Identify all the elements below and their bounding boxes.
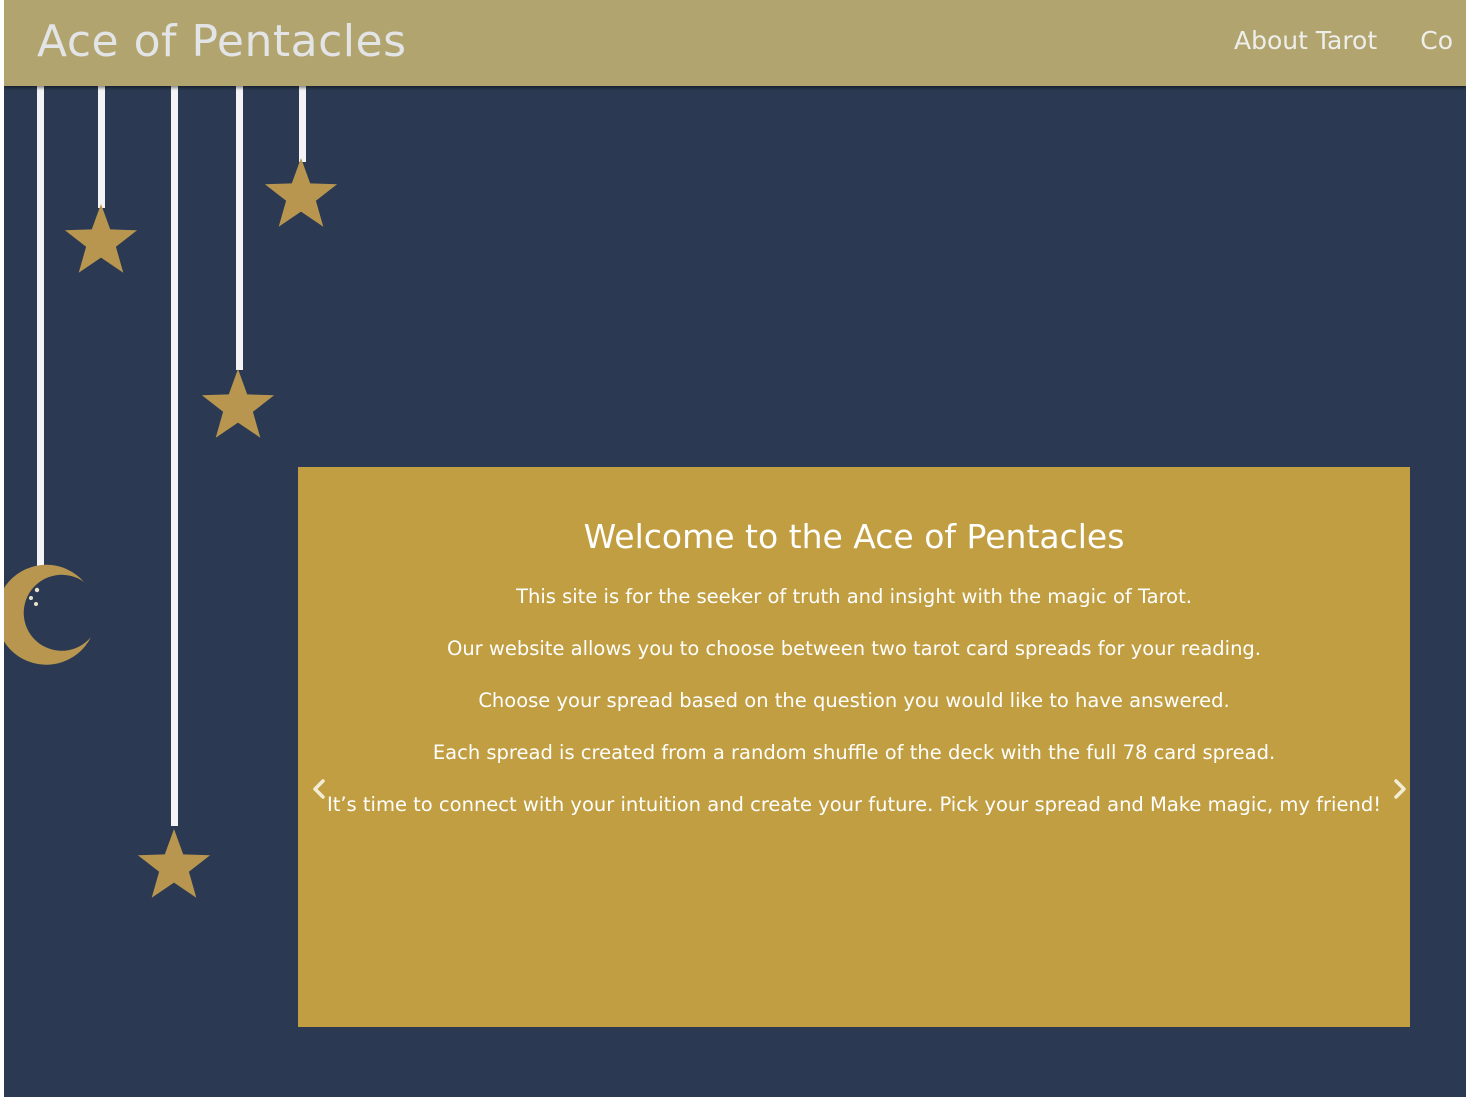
brand-logo-link[interactable]: Ace of Pentacles — [37, 14, 407, 70]
string-star-2 — [171, 86, 178, 826]
intro-paragraph: This site is for the seeker of truth and… — [516, 585, 1192, 608]
star-icon — [137, 829, 211, 898]
star-icon — [64, 204, 138, 273]
nav-links: About Tarot Co — [1234, 24, 1466, 58]
nav-link-contact[interactable]: Co — [1420, 24, 1453, 58]
string-moon — [37, 86, 44, 568]
string-star-1 — [98, 86, 105, 208]
carousel-next-button[interactable] — [1385, 772, 1415, 806]
string-star-3 — [236, 86, 243, 370]
string-star-4 — [299, 86, 306, 162]
chevron-right-icon — [1394, 779, 1406, 799]
intro-paragraph: It’s time to connect with your intuition… — [326, 793, 1382, 816]
welcome-title: Welcome to the Ace of Pentacles — [583, 517, 1125, 556]
star-icon — [264, 158, 338, 227]
moon-icon — [4, 564, 91, 665]
navbar: Ace of Pentacles About Tarot Co — [4, 0, 1466, 86]
welcome-carousel: Welcome to the Ace of Pentacles This sit… — [298, 467, 1410, 1027]
chevron-left-icon — [313, 779, 325, 799]
carousel-slide: Welcome to the Ace of Pentacles This sit… — [298, 467, 1410, 841]
intro-paragraph: Our website allows you to choose between… — [446, 637, 1262, 660]
star-icon — [201, 369, 275, 438]
page: Ace of Pentacles About Tarot Co Welcome … — [4, 0, 1466, 1097]
intro-paragraph: Each spread is created from a random shu… — [432, 741, 1276, 764]
nav-link-about-tarot[interactable]: About Tarot — [1234, 24, 1377, 58]
carousel-prev-button[interactable] — [304, 772, 334, 806]
intro-paragraph: Choose your spread based on the question… — [478, 689, 1230, 712]
